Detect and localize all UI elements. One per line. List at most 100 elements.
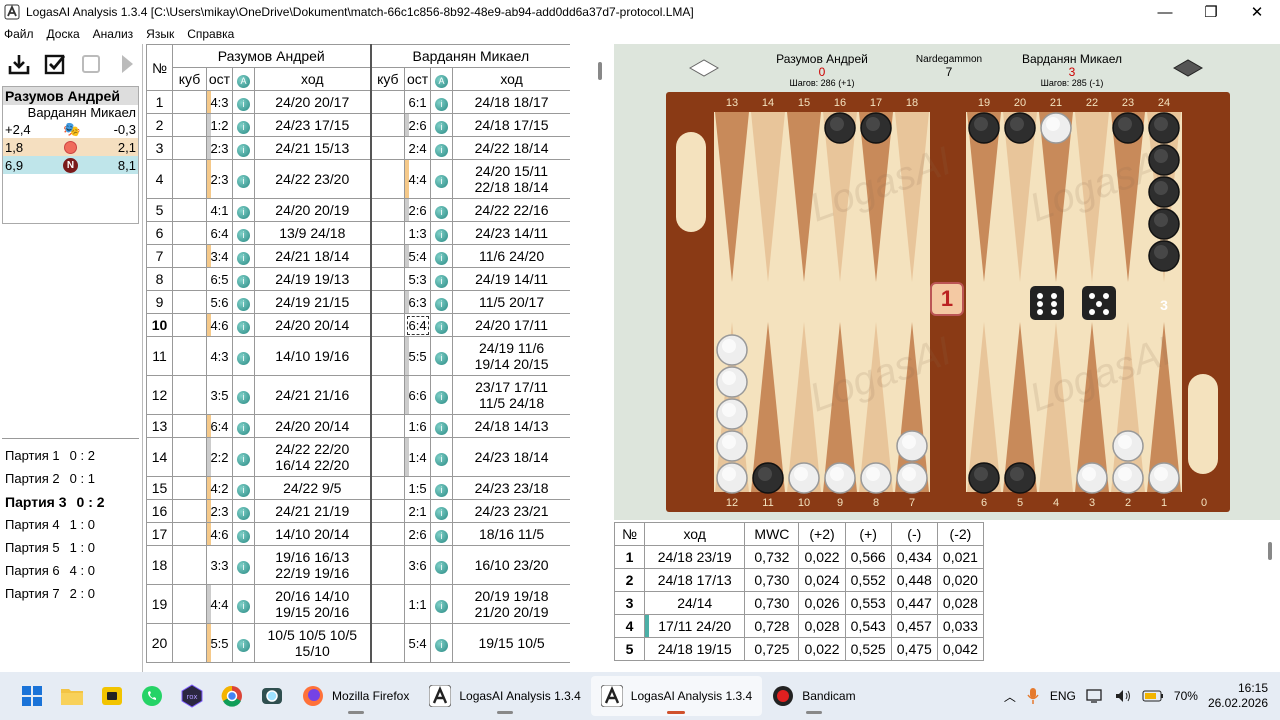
move-cell[interactable]: 24/20 17/11 (452, 313, 570, 337)
game-item[interactable]: Партия 1 0 : 2 (2, 444, 139, 467)
analysis-a-cell[interactable]: i (430, 623, 454, 663)
notes-app-icon[interactable] (92, 676, 132, 716)
menu-language[interactable]: Язык (146, 27, 174, 41)
analysis-a-cell[interactable]: i (430, 375, 454, 415)
dice-cell[interactable]: 2:6 (404, 113, 432, 137)
analysis-row[interactable]: 2 24/18 17/13 0,730 0,024 0,552 0,448 0,020 (613, 568, 985, 592)
move-cell[interactable]: 24/19 14/11 (452, 267, 570, 291)
move-row[interactable]: 4 2:3 i 24/22 23/20 4:4 i 24/20 15/11 22/18 18/… (146, 159, 570, 199)
dice-cell[interactable]: 2:4 (404, 136, 432, 160)
dice-cell[interactable]: 5:6 (206, 290, 233, 314)
analysis-a-cell[interactable]: i (430, 336, 454, 376)
analysis-a-cell[interactable]: i (430, 584, 454, 624)
move-cell[interactable]: 24/21 21/19 (253, 499, 372, 523)
analysis-a-cell[interactable]: i (232, 499, 255, 523)
dice-cell[interactable]: 1:2 (206, 113, 233, 137)
analysis-col-header[interactable]: ход (644, 522, 746, 546)
move-row[interactable]: 9 5:6 i 24/19 21/15 6:3 i 11/5 20/17 (146, 290, 570, 314)
dice-cell[interactable]: 2:2 (206, 437, 233, 477)
analysis-a-cell[interactable]: i (232, 437, 255, 477)
dice-cell[interactable]: 4:4 (404, 159, 432, 199)
move-row[interactable]: 7 3:4 i 24/21 18/14 5:4 i 11/6 24/20 (146, 244, 570, 268)
dice-cell[interactable]: 6:5 (206, 267, 233, 291)
analysis-a-cell[interactable]: i (232, 545, 255, 585)
stop-icon[interactable] (78, 51, 104, 77)
clock[interactable]: 16:15 26.02.2026 (1208, 681, 1268, 711)
analysis-a-cell[interactable]: i (232, 136, 255, 160)
backgammon-board[interactable]: LogasAI LogasAI LogasAI LogasAI 13 14 15 16 17 18… (666, 92, 1230, 512)
analysis-a-cell[interactable]: i (232, 244, 255, 268)
dice-cell[interactable]: 4:4 (206, 584, 233, 624)
analysis-a-cell[interactable]: i (430, 499, 454, 523)
move-cell[interactable]: 24/19 11/6 19/14 20/15 (452, 336, 570, 376)
rox-app-icon[interactable]: rox (172, 676, 212, 716)
move-row[interactable]: 3 2:3 i 24/21 15/13 2:4 i 24/22 18/14 (146, 136, 570, 160)
move-cell[interactable]: 24/22 23/20 (253, 159, 372, 199)
taskbar-logasai-1[interactable]: LogasAI Analysis 1.3.4 (419, 676, 590, 716)
dice-cell[interactable]: 6:1 (404, 90, 432, 114)
move-cell[interactable]: 24/23 23/21 (452, 499, 570, 523)
analysis-a-cell[interactable]: i (430, 198, 454, 222)
analysis-a-cell[interactable]: i (232, 623, 255, 663)
move-row[interactable]: 1 4:3 i 24/20 20/17 6:1 i 24/18 18/17 (146, 90, 570, 114)
windows-start-icon[interactable] (12, 676, 52, 716)
move-cell[interactable]: 24/20 20/14 (253, 313, 372, 337)
analysis-a-cell[interactable]: i (232, 584, 255, 624)
analysis-a-cell[interactable]: i (430, 90, 454, 114)
dice-cell[interactable]: 5:5 (206, 623, 233, 663)
analysis-row[interactable]: 4 17/11 24/20 0,728 0,028 0,543 0,457 0,033 (613, 614, 985, 638)
move-cell[interactable]: 24/20 20/19 (253, 198, 372, 222)
game-item[interactable]: Партия 5 1 : 0 (2, 536, 139, 559)
analysis-row[interactable]: 1 24/18 23/19 0,732 0,022 0,566 0,434 0,021 (613, 545, 985, 569)
die[interactable] (1030, 286, 1064, 320)
move-cell[interactable]: 19/16 16/13 22/19 19/16 (253, 545, 372, 585)
battery-icon[interactable] (1142, 690, 1164, 702)
volume-icon[interactable] (1114, 688, 1132, 704)
move-cell[interactable]: 24/22 18/14 (452, 136, 570, 160)
dice-cell[interactable]: 3:4 (206, 244, 233, 268)
dice-cell[interactable]: 1:3 (404, 221, 432, 245)
dice-cell[interactable]: 1:5 (404, 476, 432, 500)
move-cell[interactable]: 10/5 10/5 10/5 15/10 (253, 623, 372, 663)
dice-cell[interactable]: 4:3 (206, 90, 233, 114)
doubling-cube[interactable]: 1 (930, 282, 964, 316)
menu-board[interactable]: Доска (47, 27, 80, 41)
move-cell[interactable]: 24/21 18/14 (253, 244, 372, 268)
move-row[interactable]: 12 3:5 i 24/21 21/16 6:6 i 23/17 17/11 11/5 24/… (146, 375, 570, 415)
analysis-a-cell[interactable]: i (232, 267, 255, 291)
move-cell[interactable]: 24/19 21/15 (253, 290, 372, 314)
dice-cell[interactable]: 6:4 (206, 221, 233, 245)
move-cell[interactable]: 24/23 18/14 (452, 437, 570, 477)
analysis-a-cell[interactable]: i (232, 290, 255, 314)
analysis-a-cell[interactable]: i (232, 221, 255, 245)
move-cell[interactable]: 24/23 23/18 (452, 476, 570, 500)
move-row[interactable]: 15 4:2 i 24/22 9/5 1:5 i 24/23 23/18 (146, 476, 570, 500)
analysis-col-header[interactable]: (+) (844, 522, 892, 546)
analysis-a-cell[interactable]: i (430, 244, 454, 268)
move-cell[interactable]: 24/21 15/13 (253, 136, 372, 160)
analysis-a-cell[interactable]: i (430, 159, 454, 199)
taskbar-logasai-2[interactable]: LogasAI Analysis 1.3.4 (590, 676, 763, 716)
move-row[interactable]: 18 3:3 i 19/16 16/13 22/19 19/16 3:6 i 16/10 23… (146, 545, 570, 585)
analysis-a-cell[interactable]: i (430, 476, 454, 500)
move-cell[interactable]: 24/20 20/14 (253, 414, 372, 438)
move-cell[interactable]: 18/16 11/5 (452, 522, 570, 546)
camera-app-icon[interactable] (252, 676, 292, 716)
move-cell[interactable]: 20/16 14/10 19/15 20/16 (253, 584, 372, 624)
analysis-a-cell[interactable]: i (232, 375, 255, 415)
analysis-row[interactable]: 3 24/14 0,730 0,026 0,553 0,447 0,028 (613, 591, 985, 615)
point-triangle[interactable] (751, 112, 785, 282)
analysis-col-header[interactable]: MWC (744, 522, 800, 546)
move-cell[interactable]: 16/10 23/20 (452, 545, 570, 585)
move-row[interactable]: 14 2:2 i 24/22 22/20 16/14 22/20 1:4 i 24/23 18… (146, 437, 570, 477)
move-cell[interactable]: 24/22 22/20 16/14 22/20 (253, 437, 372, 477)
move-cell[interactable]: 14/10 19/16 (253, 336, 372, 376)
move-row[interactable]: 13 6:4 i 24/20 20/14 1:6 i 24/18 14/13 (146, 414, 570, 438)
analysis-col-header[interactable]: № (613, 522, 646, 546)
dice-cell[interactable]: 1:6 (404, 414, 432, 438)
whatsapp-icon[interactable] (132, 676, 172, 716)
move-row[interactable]: 2 1:2 i 24/23 17/15 2:6 i 24/18 17/15 (146, 113, 570, 137)
dice-cell[interactable]: 2:6 (404, 522, 432, 546)
dice-cell[interactable]: 4:6 (206, 313, 233, 337)
analysis-a-cell[interactable]: i (430, 267, 454, 291)
